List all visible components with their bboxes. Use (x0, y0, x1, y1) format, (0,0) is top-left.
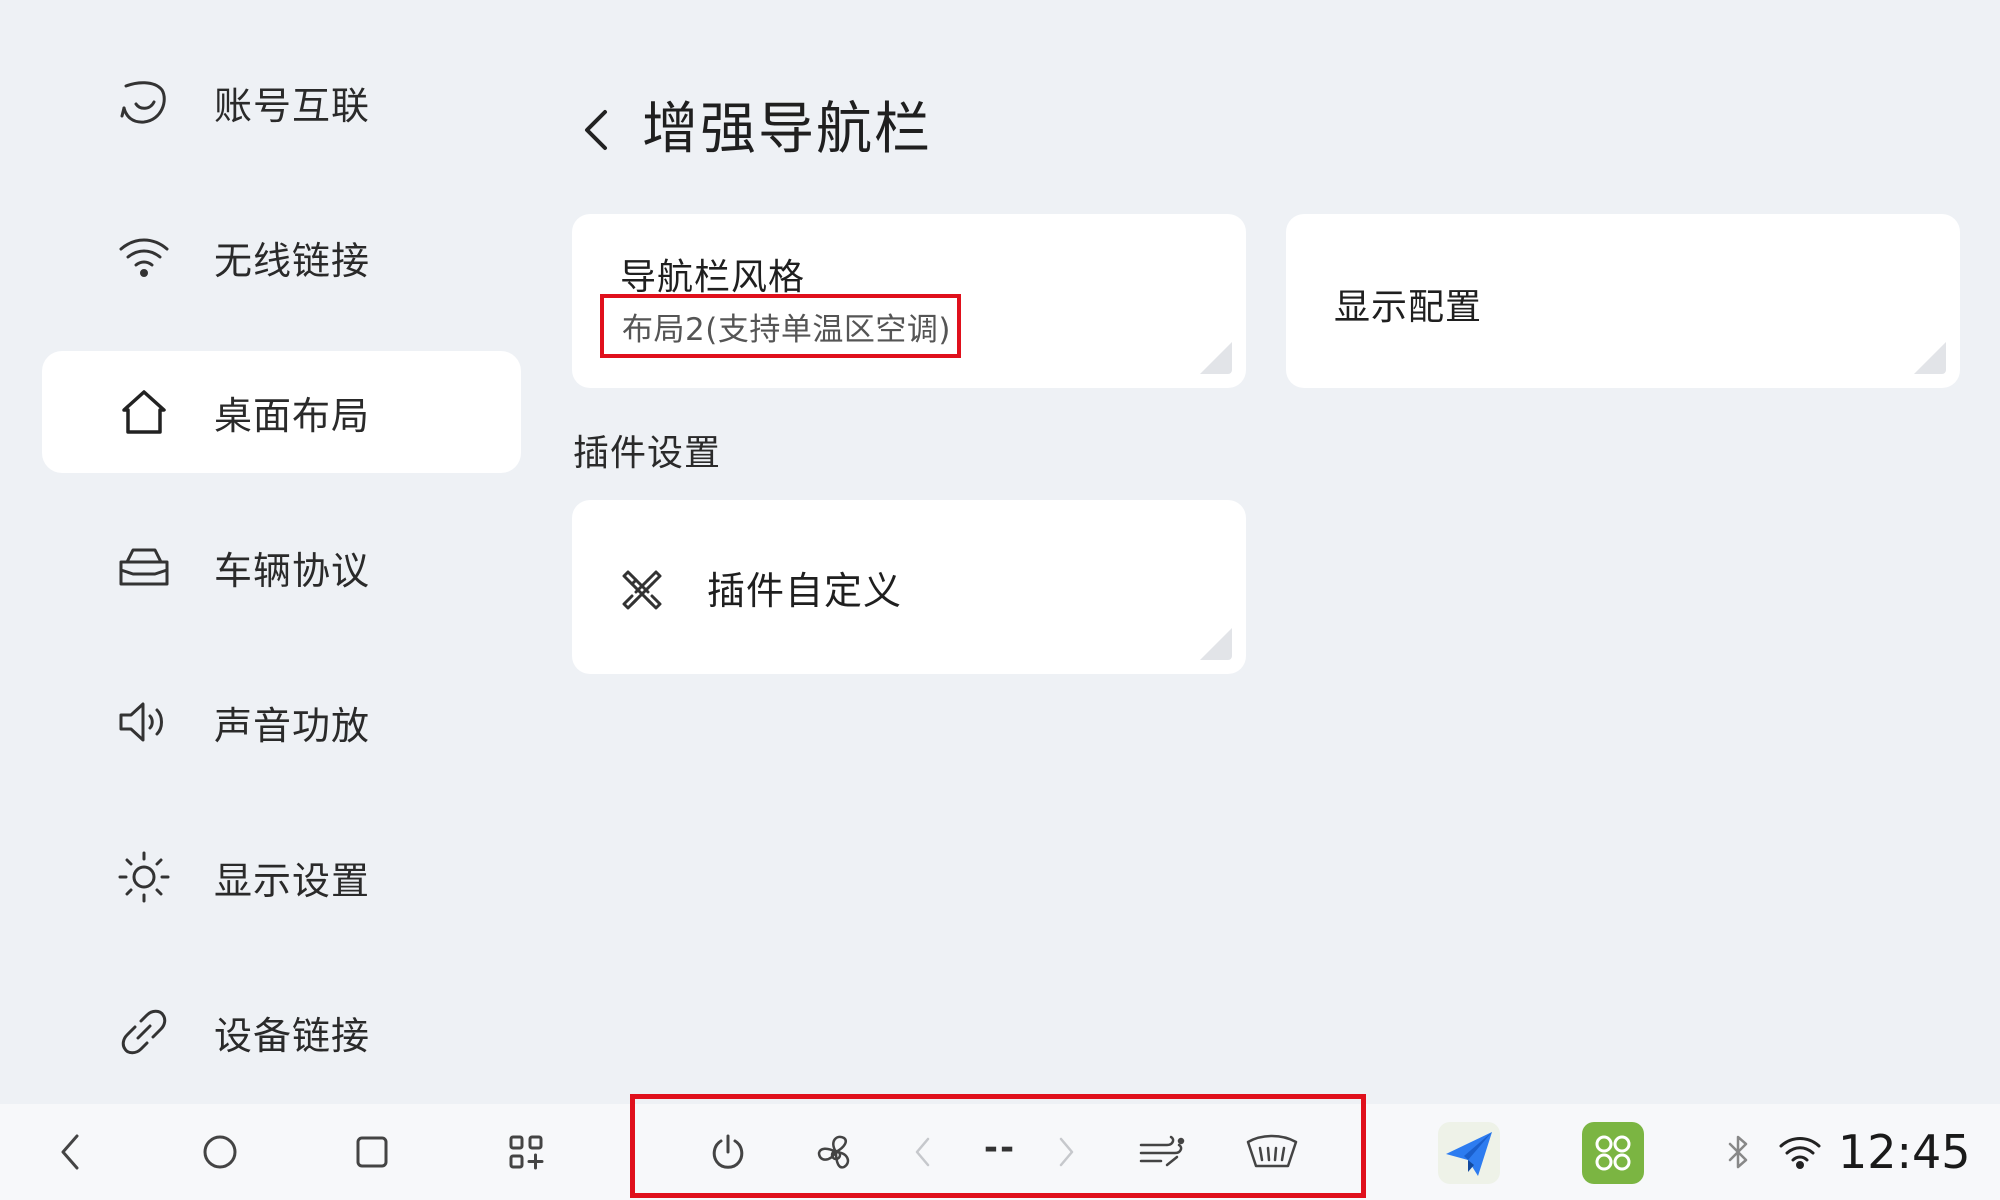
speaker-icon (116, 694, 172, 750)
sidebar-item-label: 账号互联 (214, 83, 371, 128)
nav-style-value: 布局2(支持单温区空调) (600, 294, 961, 358)
chevron-left-icon (585, 110, 607, 150)
air-flow-button[interactable] (1132, 1122, 1192, 1182)
ac-power-button[interactable] (698, 1122, 758, 1182)
temp-decrease-button[interactable] (893, 1122, 953, 1182)
wifi-status[interactable] (1770, 1122, 1830, 1182)
sidebar-item-account[interactable]: 账号互联 (42, 41, 521, 163)
temp-increase-button[interactable] (1036, 1122, 1096, 1182)
plugin-custom-title: 插件自定义 (707, 569, 903, 613)
back-button[interactable] (572, 100, 620, 160)
display-config-card[interactable]: 显示配置 (1286, 214, 1960, 388)
app-grid-add-icon (509, 1135, 544, 1170)
wifi-icon (116, 229, 172, 285)
bluetooth-icon (1728, 1135, 1748, 1169)
nav-back-button[interactable] (40, 1122, 100, 1182)
display-config-title: 显示配置 (1334, 287, 1483, 328)
sidebar-item-label: 声音功放 (214, 703, 371, 748)
paper-plane-icon (1446, 1132, 1492, 1176)
chevron-left-icon (915, 1137, 930, 1167)
grid-circles-icon (1595, 1135, 1631, 1171)
airflow-icon (1139, 1135, 1185, 1167)
sidebar-item-label: 设备链接 (214, 1013, 371, 1058)
sidebar-item-label: 桌面布局 (214, 393, 371, 438)
back-arrow-icon (61, 1134, 79, 1170)
link-icon (116, 1004, 172, 1060)
rear-defrost-icon (1246, 1134, 1298, 1168)
rear-defrost-button[interactable] (1242, 1122, 1302, 1182)
fan-speed-button[interactable] (806, 1122, 866, 1182)
expand-corner-icon (1200, 628, 1232, 660)
nav-apps-button[interactable] (496, 1122, 556, 1182)
sidebar-item-vehicle-protocol[interactable]: 车辆协议 (42, 506, 521, 628)
home-circle-icon (203, 1135, 237, 1169)
sidebar-item-label: 车辆协议 (214, 548, 371, 593)
nav-style-title: 导航栏风格 (620, 257, 806, 298)
temperature-value: -- (983, 1128, 1017, 1168)
page-title: 增强导航栏 (642, 97, 932, 162)
sidebar-item-sound[interactable]: 声音功放 (42, 661, 521, 783)
sidebar-item-desktop-layout[interactable]: 桌面布局 (42, 351, 521, 473)
wifi-status-icon (1779, 1137, 1821, 1169)
plugin-icon (618, 566, 666, 614)
sidebar-item-wireless[interactable]: 无线链接 (42, 196, 521, 318)
bottom-navigation-bar: -- 12:45 (0, 1094, 2000, 1200)
expand-corner-icon (1914, 342, 1946, 374)
brightness-icon (116, 849, 172, 905)
account-link-icon (116, 74, 172, 130)
nav-recents-button[interactable] (342, 1122, 402, 1182)
navigation-app-icon[interactable] (1438, 1122, 1500, 1184)
sidebar-item-label: 显示设置 (214, 858, 371, 903)
fan-icon (817, 1135, 850, 1169)
apps-grid-app-icon[interactable] (1582, 1122, 1644, 1184)
clock: 12:45 (1838, 1125, 1971, 1179)
plugin-custom-card[interactable]: 插件自定义 (572, 500, 1246, 674)
car-icon (116, 539, 172, 595)
sidebar-item-device-link[interactable]: 设备链接 (42, 971, 521, 1093)
sidebar-item-display[interactable]: 显示设置 (42, 816, 521, 938)
sidebar-item-label: 无线链接 (214, 238, 371, 283)
nav-home-button[interactable] (190, 1122, 250, 1182)
bluetooth-status[interactable] (1708, 1122, 1768, 1182)
recents-square-icon (356, 1136, 388, 1168)
home-icon (116, 384, 172, 440)
plugin-section-label: 插件设置 (573, 433, 722, 474)
power-icon (712, 1134, 744, 1169)
chevron-right-icon (1059, 1137, 1074, 1167)
expand-corner-icon (1200, 342, 1232, 374)
nav-style-card[interactable]: 导航栏风格 布局2(支持单温区空调) (572, 214, 1246, 388)
sidebar: 账号互联 无线链接 桌面布局 车辆协议 声音功放 显示设置 设备链接 (0, 0, 540, 1104)
